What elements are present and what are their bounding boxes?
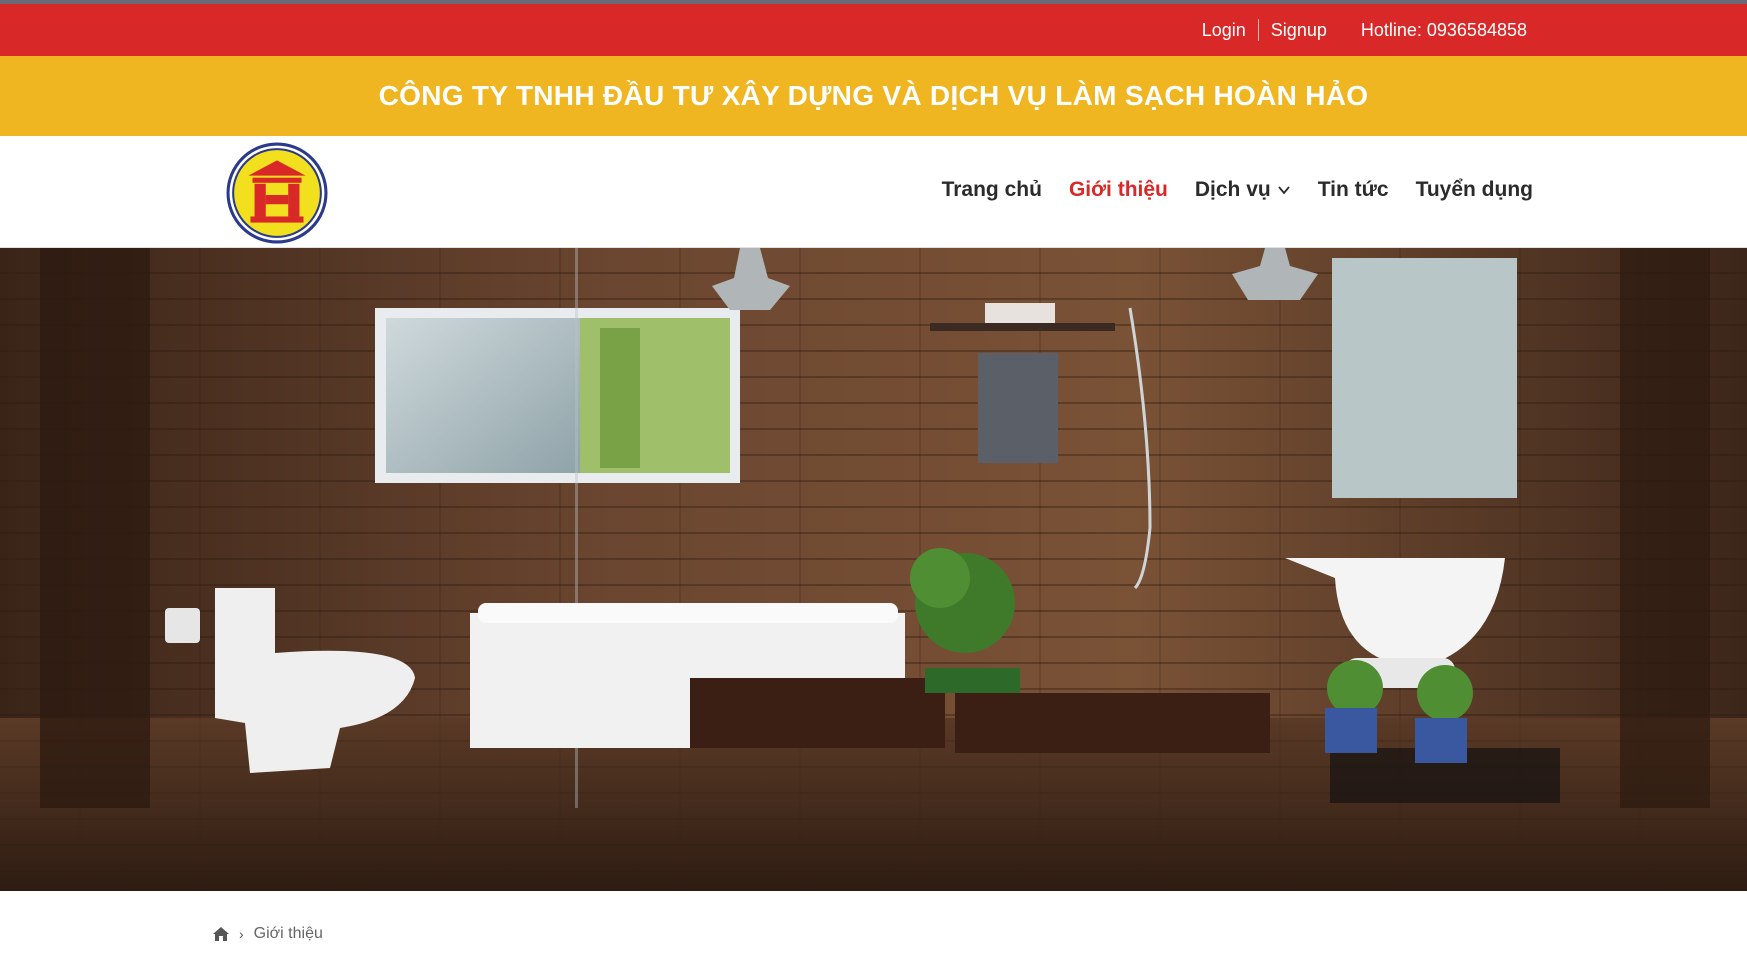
nav-label: Trang chủ bbox=[941, 178, 1042, 201]
hotline-text: Hotline: 0936584858 bbox=[1360, 19, 1527, 40]
main-navbar: Trang chủ Giới thiệu Dịch vụ Tin tức Tuy… bbox=[0, 136, 1747, 248]
hero-banner-image bbox=[0, 248, 1747, 891]
nav-item-about[interactable]: Giới thiệu bbox=[1069, 178, 1168, 202]
top-bar: Login Signup Hotline: 0936584858 bbox=[0, 0, 1747, 56]
chevron-down-icon bbox=[1278, 186, 1290, 195]
company-name: CÔNG TY TNHH ĐẦU TƯ XÂY DỰNG VÀ DỊCH VỤ … bbox=[378, 80, 1369, 111]
top-links: Login Signup Hotline: 0936584858 bbox=[1202, 19, 1527, 41]
nav-item-home[interactable]: Trang chủ bbox=[942, 178, 1042, 202]
login-link[interactable]: Login bbox=[1202, 20, 1246, 41]
nav-item-careers[interactable]: Tuyển dụng bbox=[1416, 178, 1533, 202]
company-logo[interactable] bbox=[226, 142, 328, 244]
nav-item-news[interactable]: Tin tức bbox=[1318, 178, 1389, 202]
company-banner: CÔNG TY TNHH ĐẦU TƯ XÂY DỰNG VÀ DỊCH VỤ … bbox=[0, 56, 1747, 136]
chevron-right-icon: › bbox=[239, 926, 244, 942]
home-icon[interactable] bbox=[213, 927, 229, 941]
nav-label: Dịch vụ bbox=[1194, 178, 1271, 201]
nav-item-services[interactable]: Dịch vụ bbox=[1195, 178, 1291, 202]
divider bbox=[1257, 19, 1259, 41]
nav-label: Giới thiệu bbox=[1068, 178, 1168, 201]
bathroom-photo bbox=[0, 248, 1747, 891]
nav-label: Tin tức bbox=[1317, 178, 1389, 201]
breadcrumb-current: Giới thiệu bbox=[253, 925, 323, 942]
signup-link[interactable]: Signup bbox=[1271, 20, 1327, 41]
breadcrumb: › Giới thiệu bbox=[213, 925, 323, 943]
main-menu: Trang chủ Giới thiệu Dịch vụ Tin tức Tuy… bbox=[915, 178, 1533, 202]
nav-label: Tuyển dụng bbox=[1415, 178, 1533, 201]
